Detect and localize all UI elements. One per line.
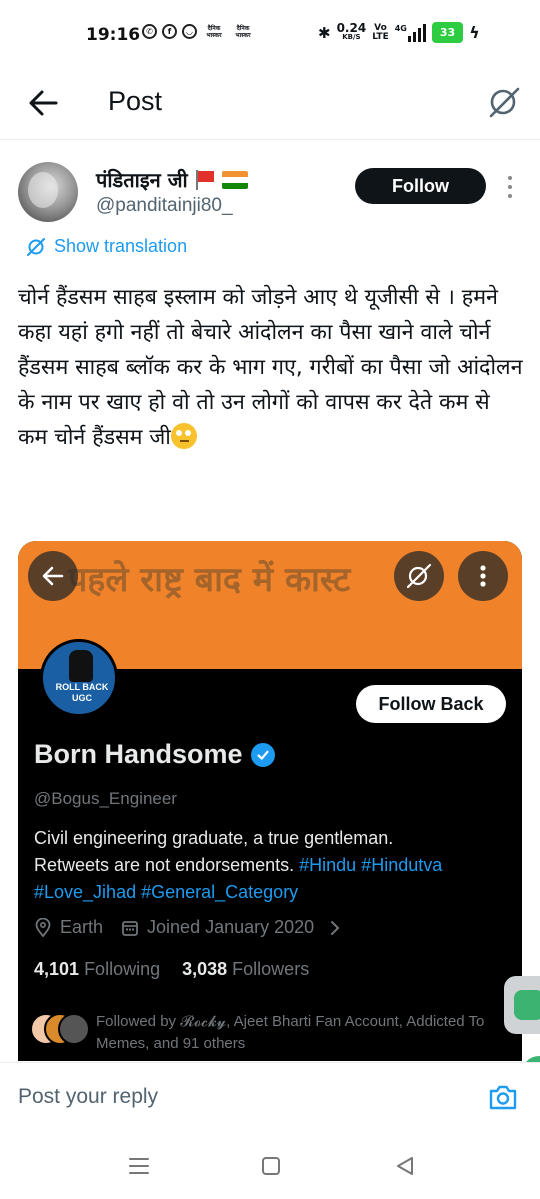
avatar-label: ROLL BACK UGC: [55, 682, 109, 703]
floating-edge-widget[interactable]: [504, 976, 540, 1034]
net-speed: 0.24 KB/S: [336, 20, 367, 41]
recent-apps-icon[interactable]: [126, 1154, 152, 1178]
battery-icon: 33: [431, 22, 464, 43]
hashtags: #Love_Jihad #General_Category: [34, 882, 299, 902]
news-app-icon: दैनिक भास्कर: [206, 24, 222, 39]
calendar-icon: [122, 920, 138, 936]
facebook-icon: f: [162, 24, 177, 39]
messenger-icon: ◡: [182, 24, 197, 39]
signal-icon: 4G: [395, 23, 426, 42]
banner-text: पहले राष्ट्र बाद में कास्ट: [68, 560, 351, 600]
more-options-icon: [480, 565, 486, 587]
status-bar: 19:16 ✆ f ◡ दैनिक भास्कर दैनिक भास्कर ✱ …: [0, 0, 540, 70]
author-name[interactable]: पंडिताइन जी: [96, 166, 248, 193]
follow-button[interactable]: Follow: [355, 168, 486, 204]
raised-fist-icon: [69, 650, 93, 682]
follower-avatars: [30, 1013, 92, 1049]
profile-stats: 4,101 Following 3,038 Followers: [34, 959, 310, 979]
profile-handle: @Bogus_Engineer: [34, 789, 177, 808]
grok-icon[interactable]: [486, 84, 522, 120]
post-body: चोर्न हैंडसम साहब इस्लाम को जोड़ने आए थे…: [18, 285, 523, 450]
post-image[interactable]: पहले राष्ट्र बाद में कास्ट ROLL BACK UGC…: [18, 541, 522, 1061]
india-flag-emoji: [221, 170, 248, 189]
back-arrow-icon: [42, 566, 64, 586]
verified-badge-icon: [250, 742, 275, 767]
embed-profile-avatar: ROLL BACK UGC: [40, 639, 118, 717]
red-flag-emoji: [194, 169, 216, 190]
status-time: 19:16: [86, 25, 141, 45]
charging-icon: ϟ: [469, 23, 480, 42]
bluetooth-icon: ✱: [318, 23, 331, 42]
reply-input[interactable]: Post your reply: [18, 1085, 158, 1109]
news-app-icon-2: दैनिक भास्कर: [235, 24, 251, 39]
author-avatar[interactable]: [18, 162, 78, 222]
embed-more-button: [458, 551, 508, 601]
profile-meta: Earth Joined January 2020: [34, 917, 342, 938]
follow-back-button: Follow Back: [356, 685, 506, 723]
profile-name: Born Handsome: [34, 739, 275, 770]
camera-icon[interactable]: [488, 1083, 518, 1111]
system-icons: ✱ 0.24 KB/S Vo LTE 4G 33 ϟ: [318, 22, 480, 43]
hashtags: #Hindu #Hindutva: [299, 855, 443, 875]
more-options-icon[interactable]: [503, 176, 517, 198]
page-title: Post: [108, 86, 163, 116]
system-nav-bar: [0, 1132, 540, 1199]
reply-bar: Post your reply: [0, 1062, 540, 1132]
post-header: Post: [0, 70, 540, 140]
embed-back-button: [28, 551, 78, 601]
author-handle[interactable]: @panditainji80_: [96, 195, 233, 217]
volte-indicator: Vo LTE: [372, 22, 389, 42]
notification-icons: ✆ f ◡ दैनिक भास्कर दैनिक भास्कर: [142, 24, 255, 39]
grok-icon: [406, 563, 432, 589]
back-arrow-icon[interactable]: [26, 86, 60, 120]
eye-roll-emoji-icon: [170, 423, 197, 449]
home-icon[interactable]: [258, 1154, 284, 1178]
translate-icon: [27, 237, 45, 256]
whatsapp-icon: ✆: [142, 24, 157, 39]
show-translation-link[interactable]: Show translation: [26, 236, 187, 257]
back-icon[interactable]: [392, 1154, 418, 1178]
embed-grok-button: [394, 551, 444, 601]
location-pin-icon: [35, 917, 51, 937]
chevron-right-icon: [331, 920, 340, 935]
profile-bio: Civil engineering graduate, a true gentl…: [34, 825, 514, 906]
